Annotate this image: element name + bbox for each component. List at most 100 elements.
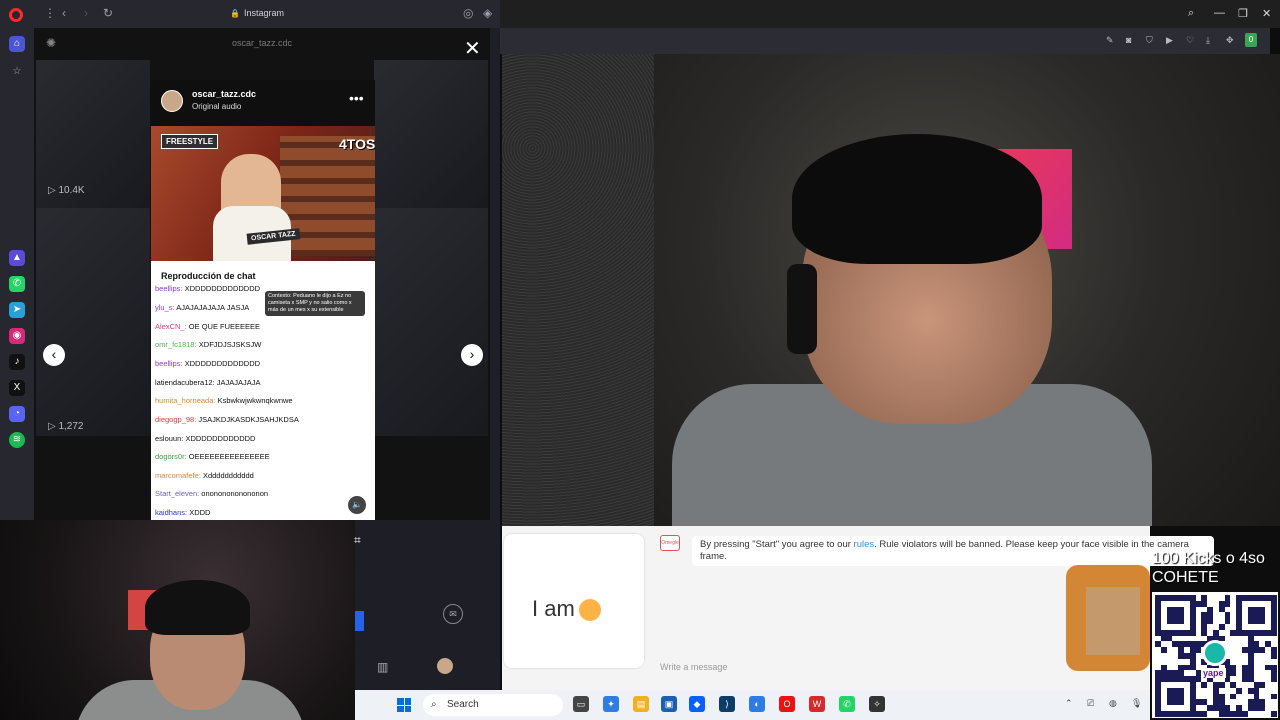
corkboard-photo <box>1086 587 1140 655</box>
wps-icon[interactable]: W <box>809 696 825 712</box>
vpn-icon[interactable]: ◎ <box>463 6 473 20</box>
reload-icon[interactable]: ↻ <box>103 6 113 20</box>
search-icon[interactable]: ⌕ <box>1188 7 1194 20</box>
vscode-icon[interactable]: ⟩ <box>719 696 735 712</box>
grid-post[interactable] <box>36 208 150 436</box>
reel-username[interactable]: oscar_tazz.cdc <box>192 89 256 99</box>
qr-module <box>1189 705 1196 711</box>
qr-module <box>1155 676 1161 682</box>
next-arrow-icon[interactable]: › <box>461 344 483 366</box>
extension-icon[interactable]: ◈ <box>483 6 492 20</box>
close-icon[interactable]: ✕ <box>464 36 481 61</box>
taskbar-search[interactable]: ⌕ Search <box>423 694 563 716</box>
chat-username[interactable]: humita_horneada: <box>155 396 215 405</box>
windows-start-icon[interactable] <box>397 698 411 712</box>
tray-mic-icon[interactable]: 🎙 <box>1131 698 1142 709</box>
grid-post[interactable] <box>374 208 488 436</box>
grid-post[interactable] <box>374 60 488 208</box>
iam-card[interactable]: I am <box>504 534 644 668</box>
chat-username[interactable]: AlexCN_: <box>155 322 187 331</box>
telegram-icon[interactable]: ➤ <box>9 302 25 318</box>
file-explorer-icon[interactable]: ▤ <box>633 696 649 712</box>
tab-menu-icon[interactable]: ⋮ <box>44 6 56 20</box>
qr-module <box>1195 699 1202 706</box>
forward-arrow-icon[interactable]: › <box>84 6 88 20</box>
chat-username[interactable]: latiendacubera12: <box>155 378 215 387</box>
side-tab-marker[interactable] <box>355 611 364 631</box>
chat-username[interactable]: eslouun: <box>155 434 183 443</box>
chat-username[interactable]: kaidhans: <box>155 508 187 517</box>
qr-module <box>1155 624 1161 630</box>
chat-username[interactable]: Start_eleven: <box>155 489 199 498</box>
qr-module <box>1271 606 1277 613</box>
rules-link[interactable]: rules <box>854 539 875 550</box>
kicks-line-2: COHETE <box>1152 569 1219 586</box>
edge-icon[interactable]: ◐ <box>749 696 765 712</box>
whatsapp-icon[interactable]: ✆ <box>9 276 25 292</box>
minimize-icon[interactable]: — <box>1214 7 1225 19</box>
camera-icon[interactable]: ◙ <box>1126 35 1131 45</box>
chat-text: OEEEEEEEEEEEEEEE <box>188 452 270 461</box>
chat-username[interactable]: marcomafefe: <box>155 471 201 480</box>
opera-logo-icon[interactable] <box>9 8 23 22</box>
close-window-icon[interactable]: ✕ <box>1262 7 1271 20</box>
qr-module <box>1184 629 1190 636</box>
reel-audio-label[interactable]: Original audio <box>192 102 241 111</box>
edit-icon[interactable]: ✎ <box>1106 35 1114 46</box>
counter-badge[interactable]: 0 <box>1245 33 1257 47</box>
tiktok-icon[interactable]: ♪ <box>9 354 25 370</box>
opera-taskbar-icon[interactable]: O <box>779 696 795 712</box>
qr-module <box>1178 618 1184 624</box>
bookmark-icon[interactable]: ⌗ <box>354 533 361 548</box>
qr-module <box>1195 711 1202 717</box>
play-icon[interactable]: ▶ <box>1166 35 1173 46</box>
copilot-icon[interactable]: ✦ <box>603 696 619 712</box>
instagram-icon[interactable]: ◉ <box>9 328 25 344</box>
qr-module <box>1201 699 1208 706</box>
heart-icon[interactable]: ♡ <box>1186 35 1194 46</box>
tray-chevron-icon[interactable]: ⌃ <box>1065 698 1073 709</box>
bookmarks-icon[interactable]: ☆ <box>9 64 25 80</box>
chat-username[interactable]: omr_fc1818: <box>155 340 197 349</box>
task-view-icon[interactable]: ▭ <box>573 696 589 712</box>
chat-username[interactable]: dogors0r: <box>155 452 187 461</box>
previous-arrow-icon[interactable]: ‹ <box>43 344 65 366</box>
app-icon[interactable]: ✧ <box>869 696 885 712</box>
chat-username[interactable]: beellips: <box>155 359 183 368</box>
qr-module <box>1224 705 1231 711</box>
home-icon[interactable]: ⌂ <box>9 36 25 52</box>
chat-username[interactable]: beellips: <box>155 284 183 293</box>
qr-module <box>1265 641 1271 648</box>
back-arrow-icon[interactable]: ‹ <box>62 6 66 20</box>
avatar[interactable] <box>161 90 183 112</box>
address-bar[interactable]: 🔒 Instagram <box>230 8 284 18</box>
whatsapp-taskbar-icon[interactable]: ✆ <box>839 696 855 712</box>
aria-icon[interactable]: ▲ <box>9 250 25 266</box>
spotify-icon[interactable]: ≋ <box>9 432 25 448</box>
qr-module <box>1224 711 1231 717</box>
download-icon[interactable]: ⤓ <box>1206 35 1210 46</box>
extensions-icon[interactable]: ✥ <box>1226 35 1234 46</box>
qr-module <box>1172 711 1179 717</box>
chat-text: Ksbwkwjwkwnqkwnwe <box>217 396 293 405</box>
messenger-icon[interactable]: ✉ <box>443 604 463 624</box>
store-icon[interactable]: ▣ <box>661 696 677 712</box>
tray-app-icon[interactable]: ◍ <box>1109 698 1117 709</box>
stats-icon[interactable]: ▥ <box>377 660 388 674</box>
maximize-icon[interactable]: ❐ <box>1238 7 1248 20</box>
stranger-webcam-video <box>502 54 1280 526</box>
qr-module <box>1224 600 1231 607</box>
discord-icon[interactable]: ◔ <box>9 406 25 422</box>
mute-icon[interactable]: 🔈 <box>348 496 366 514</box>
avatar[interactable] <box>437 658 453 674</box>
message-input[interactable]: Write a message <box>660 662 727 672</box>
chat-username[interactable]: ylu_s: <box>155 303 175 312</box>
reel-video[interactable]: FREESTYLE 4TOS OSCAR TAZZ <box>151 126 375 261</box>
more-options-icon[interactable]: ••• <box>349 90 364 106</box>
qr-module <box>1207 618 1213 624</box>
chat-username[interactable]: diegogp_98: <box>155 415 196 424</box>
dropbox-icon[interactable]: ◆ <box>689 696 705 712</box>
shield-icon[interactable]: ⛉ <box>1146 35 1153 46</box>
x-icon[interactable]: X <box>9 380 25 396</box>
tray-network-icon[interactable]: ⎚ <box>1087 698 1094 709</box>
